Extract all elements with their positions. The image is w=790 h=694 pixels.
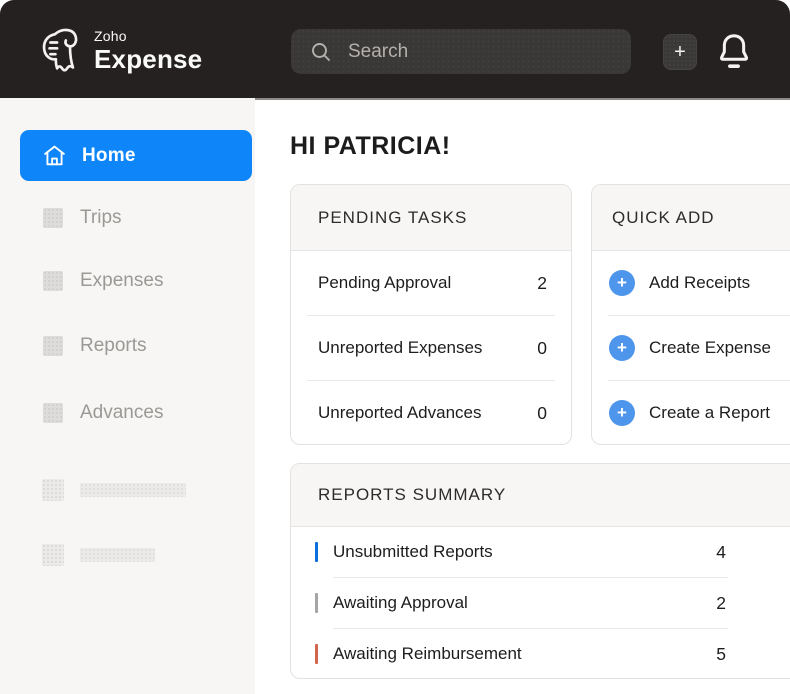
pending-tasks-header: PENDING TASKS [291, 185, 571, 251]
greeting-heading: HI PATRICIA! [290, 132, 451, 161]
home-icon [42, 144, 67, 168]
status-color-bar [315, 542, 318, 562]
awaiting-approval-row[interactable]: Awaiting Approval 2 [291, 578, 790, 628]
row-label: Pending Approval [318, 273, 451, 293]
skeleton-icon [42, 544, 64, 566]
trips-placeholder-icon [43, 208, 63, 228]
receipt-icon [36, 25, 84, 75]
sidebar: Home Trips Expenses Reports Advances [0, 98, 255, 694]
search-input[interactable] [346, 40, 590, 64]
action-label: Add Receipts [649, 273, 750, 293]
notifications-bell-icon[interactable] [716, 31, 752, 71]
reports-placeholder-icon [43, 336, 63, 356]
sidebar-item-advances[interactable]: Advances [0, 391, 255, 435]
row-label: Awaiting Reimbursement [333, 644, 522, 664]
plus-circle-icon: + [609, 400, 635, 426]
row-value: 2 [716, 593, 726, 614]
sidebar-item-label: Expenses [80, 270, 163, 292]
reports-summary-header: REPORTS SUMMARY [291, 464, 790, 527]
brand-text: Zoho Expense [94, 29, 202, 72]
card-title: PENDING TASKS [318, 208, 467, 228]
skeleton-icon [42, 479, 64, 501]
pending-tasks-card: PENDING TASKS Pending Approval 2 Unrepor… [290, 184, 572, 445]
create-expense-action[interactable]: + Create Expense [592, 316, 790, 380]
search-icon [310, 41, 332, 63]
sidebar-item-label: Trips [80, 207, 122, 229]
row-label: Unreported Expenses [318, 338, 482, 358]
skeleton-bar [80, 483, 186, 497]
quick-add-header: QUICK ADD [592, 185, 790, 251]
sidebar-skeleton-item [0, 533, 255, 577]
awaiting-reimbursement-row[interactable]: Awaiting Reimbursement 5 [291, 629, 790, 679]
search-bar[interactable] [291, 29, 631, 74]
sidebar-skeleton-item [0, 468, 255, 512]
brand-zoho: Zoho [94, 29, 202, 43]
plus-circle-icon: + [609, 270, 635, 296]
sidebar-item-trips[interactable]: Trips [0, 196, 255, 240]
quick-create-button[interactable]: + [663, 34, 697, 70]
create-report-action[interactable]: + Create a Report [592, 381, 790, 445]
main-content: HI PATRICIA! PENDING TASKS Pending Appro… [255, 98, 790, 694]
unreported-expenses-row[interactable]: Unreported Expenses 0 [291, 316, 571, 380]
card-title: REPORTS SUMMARY [318, 485, 506, 505]
plus-circle-icon: + [609, 335, 635, 361]
app-logo: Zoho Expense [36, 25, 202, 75]
advances-placeholder-icon [43, 403, 63, 423]
quick-add-card: QUICK ADD + Add Receipts + Create Expens… [591, 184, 790, 445]
unsubmitted-reports-row[interactable]: Unsubmitted Reports 4 [291, 527, 790, 577]
row-label: Unsubmitted Reports [333, 542, 493, 562]
skeleton-bar [80, 548, 155, 562]
sidebar-item-label: Home [82, 145, 136, 167]
sidebar-item-label: Reports [80, 335, 147, 357]
reports-summary-card: REPORTS SUMMARY Unsubmitted Reports 4 Aw… [290, 463, 790, 679]
pending-approval-row[interactable]: Pending Approval 2 [291, 251, 571, 315]
row-value: 5 [716, 644, 726, 665]
status-color-bar [315, 644, 318, 664]
expenses-placeholder-icon [43, 271, 63, 291]
top-bar: Zoho Expense + [0, 0, 790, 98]
row-value: 0 [537, 338, 547, 359]
sidebar-item-expenses[interactable]: Expenses [0, 259, 255, 303]
add-receipts-action[interactable]: + Add Receipts [592, 251, 790, 315]
sidebar-item-home[interactable]: Home [20, 130, 252, 181]
row-value: 4 [716, 542, 726, 563]
sidebar-item-label: Advances [80, 402, 163, 424]
row-value: 0 [537, 403, 547, 424]
card-title: QUICK ADD [612, 208, 715, 228]
brand-expense: Expense [94, 46, 202, 72]
status-color-bar [315, 593, 318, 613]
action-label: Create Expense [649, 338, 771, 358]
row-value: 2 [537, 273, 547, 294]
sidebar-item-reports[interactable]: Reports [0, 324, 255, 368]
row-label: Awaiting Approval [333, 593, 468, 613]
row-label: Unreported Advances [318, 403, 482, 423]
unreported-advances-row[interactable]: Unreported Advances 0 [291, 381, 571, 445]
action-label: Create a Report [649, 403, 770, 423]
